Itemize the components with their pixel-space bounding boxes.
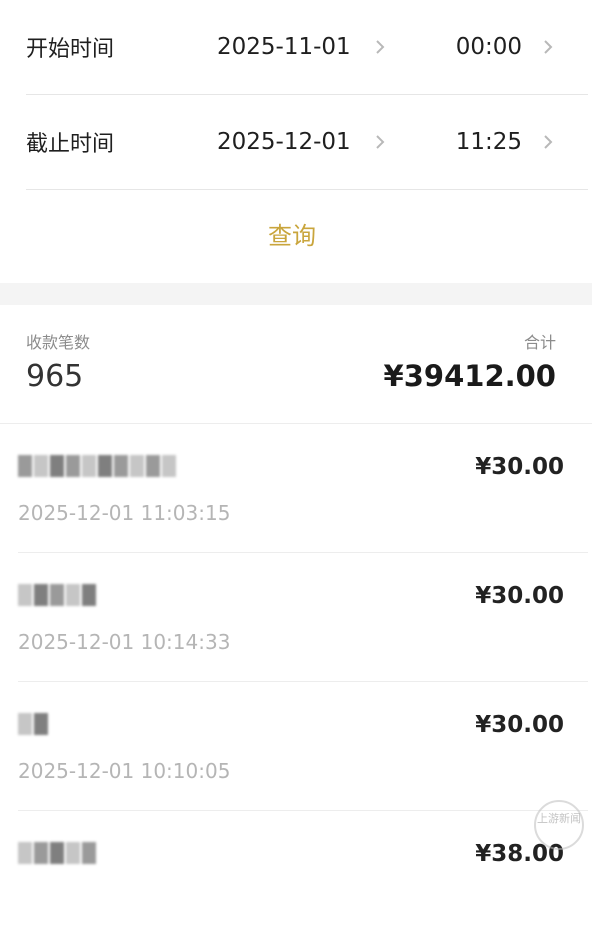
start-time-label: 开始时间 [26,37,115,62]
chevron-right-icon[interactable] [372,37,388,57]
end-date-value[interactable]: 2025-12-01 [217,129,351,155]
total-amount-value: ¥39412.00 [383,359,556,393]
redacted-payer-name [18,584,98,608]
total-label: 合计 [523,333,556,352]
query-button[interactable]: 查询 [0,205,584,267]
redacted-payer-name [18,455,178,479]
transaction-time: 2025-12-01 10:10:05 [18,759,231,783]
payment-summary: 收款笔数 965 合计 ¥39412.00 [0,305,592,424]
transaction-item[interactable]: ¥30.00 2025-12-01 11:03:15 [18,424,588,553]
start-date-value[interactable]: 2025-11-01 [217,34,351,60]
redacted-payer-name [18,842,98,866]
transaction-amount: ¥30.00 [475,454,564,480]
time-filter-panel: 开始时间 2025-11-01 00:00 截止时间 2025-12-01 11… [0,0,592,283]
chevron-right-icon[interactable] [540,37,556,57]
redacted-payer-name [18,713,50,737]
transaction-item[interactable]: ¥30.00 2025-12-01 10:14:33 [18,553,588,682]
news-logo-watermark: 上游新闻 [534,800,584,850]
section-divider [0,283,592,305]
start-time-value[interactable]: 00:00 [456,34,522,60]
transaction-time: 2025-12-01 11:03:15 [18,501,231,525]
transaction-amount: ¥30.00 [475,583,564,609]
end-time-row[interactable]: 截止时间 2025-12-01 11:25 [26,95,588,190]
transaction-time: 2025-12-01 10:14:33 [18,630,231,654]
chevron-right-icon[interactable] [540,132,556,152]
start-time-row[interactable]: 开始时间 2025-11-01 00:00 [26,0,588,95]
transaction-amount: ¥30.00 [475,712,564,738]
end-time-label: 截止时间 [26,132,115,157]
payment-count-value: 965 [26,359,84,394]
end-time-value[interactable]: 11:25 [456,129,522,155]
chevron-right-icon[interactable] [372,132,388,152]
payment-count-label: 收款笔数 [26,333,91,352]
transaction-item[interactable]: ¥38.00 [18,811,588,939]
transaction-item[interactable]: ¥30.00 2025-12-01 10:10:05 [18,682,588,811]
